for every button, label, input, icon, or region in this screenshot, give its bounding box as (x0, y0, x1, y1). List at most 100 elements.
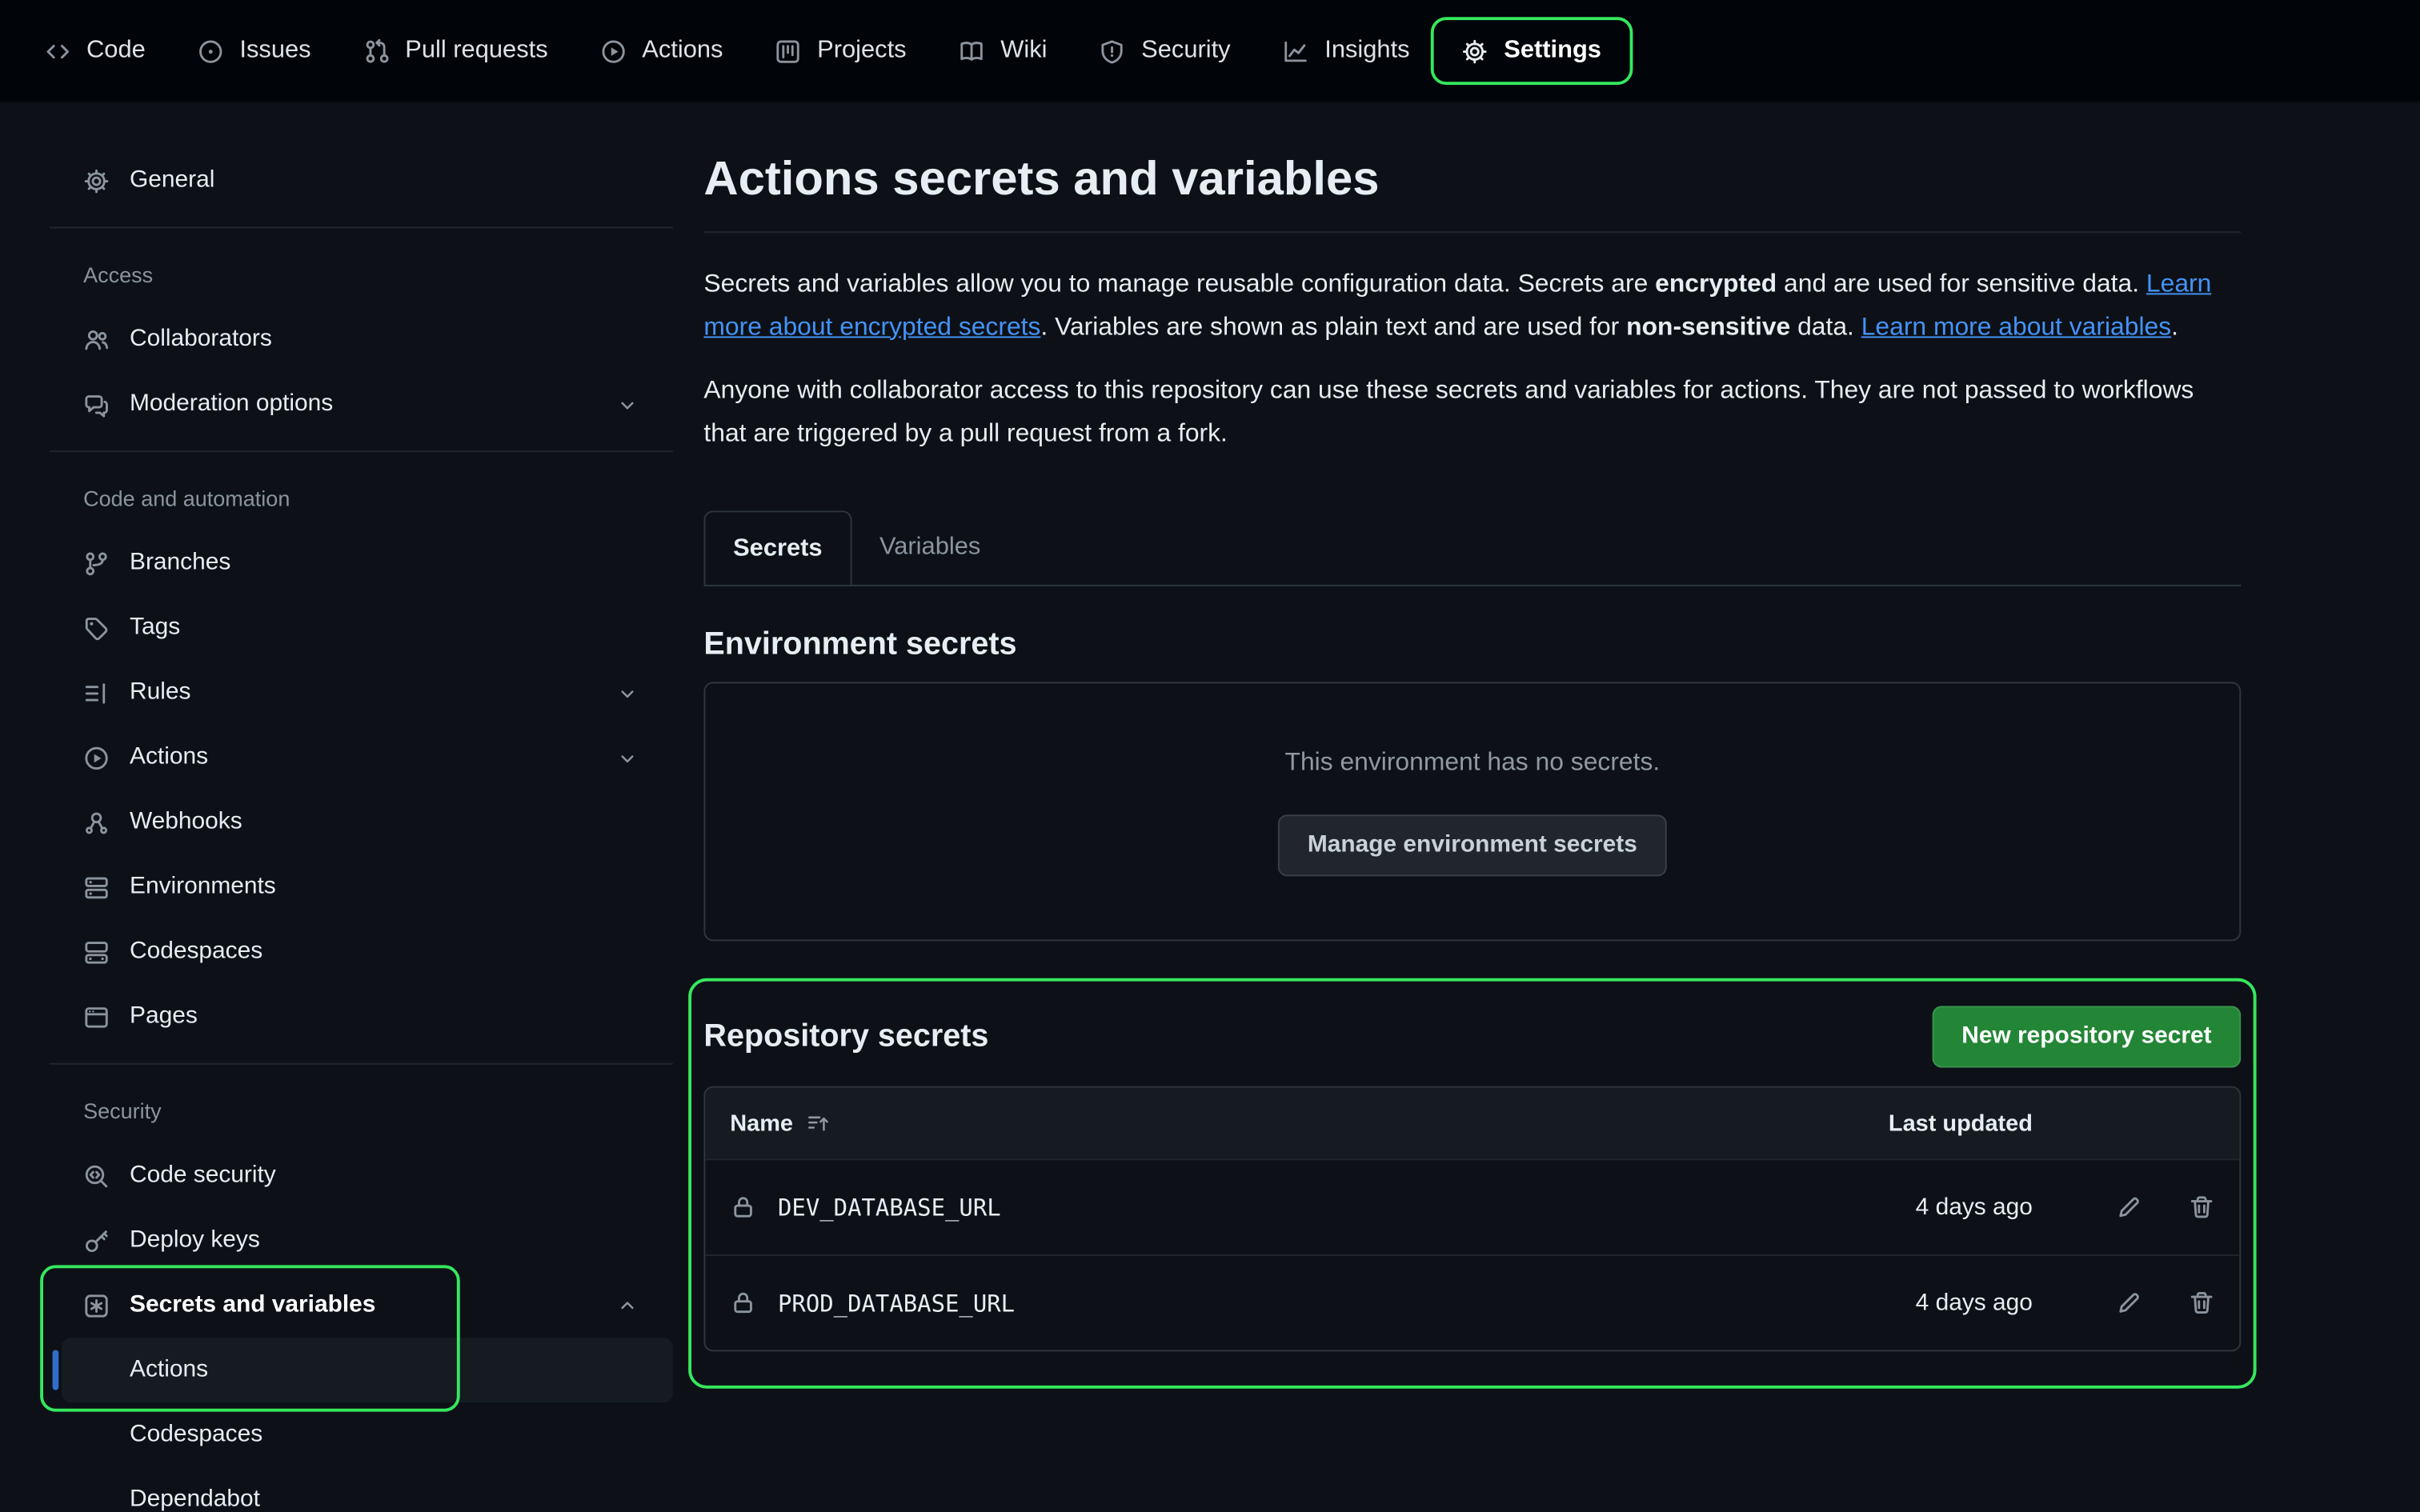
tab-secrets[interactable]: Secrets (703, 510, 851, 585)
sidebar-divider (50, 226, 673, 228)
sidebar-section-access: Access (50, 242, 673, 307)
browser-icon (83, 1004, 110, 1030)
nav-tab-code[interactable]: Code (25, 25, 166, 78)
manage-environment-secrets-button[interactable]: Manage environment secrets (1278, 814, 1666, 875)
nav-tab-pull-requests[interactable]: Pull requests (343, 25, 568, 78)
sidebar-item-label: Actions (130, 744, 208, 772)
nav-tab-wiki[interactable]: Wiki (939, 25, 1067, 78)
projects-icon (775, 38, 802, 64)
sidebar-subitem-actions[interactable]: Actions (62, 1338, 673, 1402)
sidebar-section-code-and-automation: Code and automation (50, 466, 673, 530)
intro-text: and are used for sensitive data. (1777, 270, 2146, 298)
sidebar-item-label: Codespaces (130, 1421, 262, 1449)
sidebar-item-label: Rules (130, 679, 190, 707)
intro-text: data. (1790, 313, 1861, 341)
variables-link[interactable]: Learn more about variables (1861, 313, 2171, 341)
sidebar-item-branches[interactable]: Branches (50, 530, 673, 595)
intro-text: . (2171, 313, 2178, 341)
sidebar-item-general[interactable]: General (50, 148, 673, 213)
sidebar-item-label: Code security (130, 1162, 276, 1190)
webhook-icon (83, 810, 110, 836)
nav-tab-label: Actions (642, 37, 723, 65)
tab-variables[interactable]: Variables (851, 510, 1008, 585)
sidebar-item-label: Codespaces (130, 938, 262, 966)
people-icon (83, 326, 110, 353)
settings-main-content: Actions secrets and variables Secrets an… (703, 102, 2420, 1351)
repo-tab-nav: Code Issues Pull requests Actions Projec… (0, 0, 2420, 102)
nav-tab-security[interactable]: Security (1080, 25, 1251, 78)
sidebar-item-label: Webhooks (130, 809, 242, 837)
sidebar-item-actions[interactable]: Actions (50, 725, 673, 790)
codescan-icon (83, 1162, 110, 1189)
nav-tab-label: Security (1141, 37, 1230, 65)
edit-secret-pencil-icon[interactable] (2116, 1290, 2142, 1316)
sidebar-item-label: Environments (130, 874, 276, 902)
nav-tab-issues[interactable]: Issues (178, 25, 331, 78)
secret-name: DEV_DATABASE_URL (778, 1194, 1001, 1222)
sidebar-subitem-codespaces[interactable]: Codespaces (62, 1402, 673, 1467)
nav-tab-settings[interactable]: Settings (1442, 25, 1621, 78)
nav-tab-label: Wiki (1000, 37, 1047, 65)
nav-tab-label: Issues (239, 37, 311, 65)
code-icon (45, 38, 71, 64)
chevron-down-icon (615, 746, 639, 769)
secrets-variables-tabs: Secrets Variables (703, 510, 2241, 586)
sidebar-item-code-security[interactable]: Code security (50, 1143, 673, 1208)
secrets-and-variables-group: Secrets and variables Actions (50, 1273, 673, 1402)
page-title: Actions secrets and variables (703, 148, 2241, 210)
asterisk-box-icon (83, 1292, 110, 1318)
settings-sidebar: General Access Collaborators Moderation … (0, 102, 703, 1512)
gear-icon (1462, 38, 1488, 64)
secret-row-actions (2033, 1194, 2215, 1221)
nav-tab-actions[interactable]: Actions (580, 25, 743, 78)
sidebar-item-label: General (130, 166, 214, 194)
sidebar-item-label: Pages (130, 1003, 198, 1031)
repository-secrets-section: Repository secrets New repository secret… (703, 1006, 2241, 1351)
issue-opened-icon (198, 38, 224, 64)
chevron-down-icon (615, 393, 639, 416)
tag-icon (83, 615, 110, 642)
environment-empty-message: This environment has no secrets. (1285, 747, 1661, 777)
nav-tab-label: Insights (1324, 37, 1409, 65)
book-icon (959, 38, 985, 64)
secret-last-updated: 4 days ago (1801, 1194, 2033, 1222)
codespaces-icon (83, 939, 110, 966)
shield-icon (1100, 38, 1126, 64)
sidebar-item-secrets-and-variables[interactable]: Secrets and variables (50, 1273, 673, 1338)
server-icon (83, 874, 110, 901)
lock-icon (730, 1290, 756, 1316)
delete-secret-trash-icon[interactable] (2189, 1290, 2215, 1316)
sidebar-item-label: Collaborators (130, 326, 272, 354)
github-repo-settings-page: Code Issues Pull requests Actions Projec… (0, 0, 2420, 1512)
secret-row: DEV_DATABASE_URL 4 days ago (705, 1158, 2239, 1254)
sidebar-item-tags[interactable]: Tags (50, 595, 673, 660)
secret-name-cell: DEV_DATABASE_URL (730, 1194, 1801, 1222)
rules-icon (83, 680, 110, 706)
settings-layout: General Access Collaborators Moderation … (0, 102, 2420, 1512)
delete-secret-trash-icon[interactable] (2189, 1194, 2215, 1221)
intro-text: Secrets and variables allow you to manag… (703, 270, 1655, 298)
edit-secret-pencil-icon[interactable] (2116, 1194, 2142, 1221)
sidebar-item-pages[interactable]: Pages (50, 984, 673, 1049)
sidebar-item-deploy-keys[interactable]: Deploy keys (50, 1208, 673, 1273)
secret-last-updated: 4 days ago (1801, 1289, 2033, 1317)
nav-tab-projects[interactable]: Projects (755, 25, 927, 78)
sidebar-item-label: Deploy keys (130, 1226, 260, 1254)
sidebar-item-rules[interactable]: Rules (50, 660, 673, 725)
sidebar-item-codespaces[interactable]: Codespaces (50, 919, 673, 984)
repository-secrets-header: Repository secrets New repository secret (703, 1006, 2241, 1067)
sidebar-item-webhooks[interactable]: Webhooks (50, 790, 673, 854)
key-icon (83, 1227, 110, 1254)
sidebar-item-environments[interactable]: Environments (50, 854, 673, 919)
sidebar-item-collaborators[interactable]: Collaborators (50, 307, 673, 372)
secret-row-actions (2033, 1290, 2215, 1316)
column-header-last-updated: Last updated (1801, 1110, 2033, 1137)
sidebar-item-moderation-options[interactable]: Moderation options (50, 372, 673, 437)
new-repository-secret-button[interactable]: New repository secret (1933, 1006, 2242, 1067)
nav-tab-insights[interactable]: Insights (1263, 25, 1430, 78)
sidebar-item-label: Branches (130, 550, 230, 578)
sidebar-subitem-dependabot[interactable]: Dependabot (62, 1467, 673, 1512)
secret-row: PROD_DATABASE_URL 4 days ago (705, 1254, 2239, 1350)
nav-tab-label: Settings (1504, 37, 1601, 65)
column-header-name[interactable]: Name (730, 1110, 1801, 1137)
